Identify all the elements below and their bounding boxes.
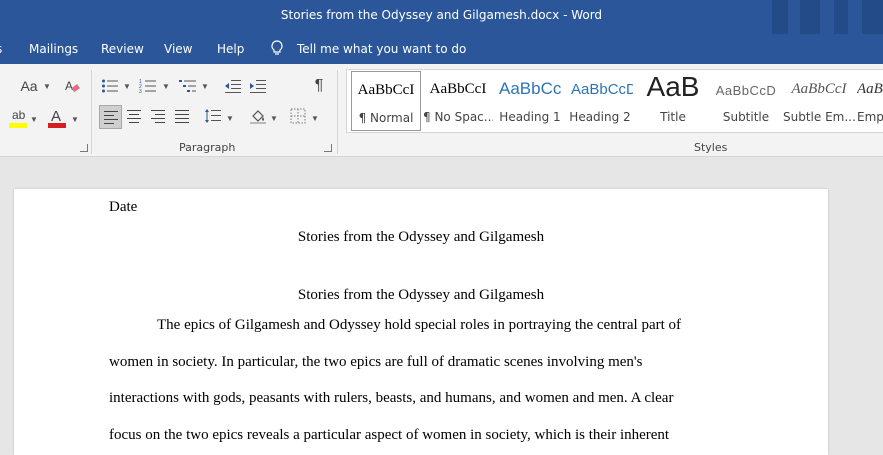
increase-indent-icon[interactable] <box>248 76 268 96</box>
style-name: ¶ No Spac... <box>423 110 493 124</box>
body-line: focus on the two epics reveals a particu… <box>109 427 670 443</box>
style-normal[interactable]: AaBbCcI ¶ Normal <box>351 71 421 131</box>
document-title: Stories from the Odyssey and Gilgamesh <box>297 229 545 245</box>
font-color-icon[interactable]: A <box>47 107 67 129</box>
paragraph-group-label: Paragraph <box>179 141 236 154</box>
chevron-down-icon[interactable]: ▼ <box>270 114 278 123</box>
svg-text:3: 3 <box>139 89 142 94</box>
lightbulb-icon <box>270 40 284 59</box>
chevron-down-icon[interactable]: ▼ <box>123 82 131 91</box>
title-bar: Stories from the Odyssey and Gilgamesh.d… <box>0 0 883 34</box>
svg-text:A: A <box>65 79 73 93</box>
tab-fragment[interactable]: s <box>0 42 2 56</box>
style-name: Title <box>660 110 686 124</box>
tab-review[interactable]: Review <box>101 42 144 56</box>
ribbon: Aa ▼ A ab ▼ A ▼ ▼ 123 ▼ ▼ ¶ ▼ ▼ ▼ Paragr… <box>0 64 883 157</box>
justify-button[interactable] <box>172 106 192 126</box>
svg-text:A: A <box>51 108 61 125</box>
style-sample: AaBbCcI <box>357 82 415 98</box>
bullets-icon[interactable] <box>100 76 120 96</box>
tab-help[interactable]: Help <box>217 42 244 56</box>
style-name: ¶ Normal <box>358 111 414 125</box>
paragraph-dialog-launcher[interactable] <box>324 144 332 152</box>
tab-view[interactable]: View <box>164 42 192 56</box>
document-title-repeat: Stories from the Odyssey and Gilgamesh <box>297 287 545 303</box>
style-sample: AaBb <box>857 81 883 97</box>
date-line: Date <box>109 199 138 215</box>
font-dialog-launcher[interactable] <box>80 144 88 152</box>
body-line: interactions with gods, peasants with ru… <box>109 390 674 406</box>
show-formatting-button[interactable]: ¶ <box>310 76 328 96</box>
chevron-down-icon[interactable]: ▼ <box>226 114 234 123</box>
style-heading-1[interactable]: AaBbCc Heading 1 <box>497 71 563 129</box>
chevron-down-icon[interactable]: ▼ <box>43 82 51 91</box>
style-emphasis[interactable]: AaBb Emp <box>857 71 883 129</box>
chevron-down-icon[interactable]: ▼ <box>71 115 79 124</box>
style-sample: AaBbCc <box>499 79 562 98</box>
style-sample: AaB <box>646 71 700 102</box>
window-title: Stories from the Odyssey and Gilgamesh.d… <box>280 8 603 22</box>
align-right-button[interactable] <box>148 106 168 126</box>
align-left-button[interactable] <box>99 105 122 129</box>
text-highlight-icon[interactable]: ab <box>9 107 27 129</box>
line-spacing-icon[interactable] <box>203 106 223 126</box>
document-page[interactable]: Date Stories from the Odyssey and Gilgam… <box>14 189 828 455</box>
style-no-spacing[interactable]: AaBbCcI ¶ No Spac... <box>423 71 493 129</box>
align-center-button[interactable] <box>124 106 144 126</box>
style-name: Subtitle <box>722 110 770 124</box>
group-separator <box>337 70 338 154</box>
group-separator <box>91 70 92 154</box>
style-sample: AaBbCcI <box>429 81 487 97</box>
tell-me-search[interactable]: Tell me what you want to do <box>297 42 466 56</box>
style-sample: AaBbCcD <box>715 83 777 98</box>
style-title[interactable]: AaB Title <box>637 71 709 129</box>
multilevel-list-icon[interactable] <box>178 76 198 96</box>
tab-mailings[interactable]: Mailings <box>29 42 78 56</box>
styles-gallery: AaBbCcI ¶ Normal AaBbCcI ¶ No Spac... Aa… <box>346 69 883 133</box>
clear-formatting-icon[interactable]: A <box>62 76 82 96</box>
svg-text:ab: ab <box>12 108 26 122</box>
body-line: The epics of Gilgamesh and Odyssey hold … <box>157 317 682 333</box>
style-subtitle[interactable]: AaBbCcD Subtitle <box>711 71 781 129</box>
chevron-down-icon[interactable]: ▼ <box>311 114 319 123</box>
style-sample: AaBbCcI <box>791 81 847 97</box>
shading-icon[interactable] <box>248 106 268 126</box>
style-heading-2[interactable]: AaBbCcD Heading 2 <box>567 71 633 129</box>
style-name: Subtle Em... <box>783 110 855 124</box>
style-subtle-emphasis[interactable]: AaBbCcI Subtle Em... <box>783 71 855 129</box>
numbering-icon[interactable]: 123 <box>138 76 158 96</box>
chevron-down-icon[interactable]: ▼ <box>201 82 209 91</box>
style-name: Heading 2 <box>569 110 631 124</box>
style-sample: AaBbCcD <box>571 81 633 98</box>
chevron-down-icon[interactable]: ▼ <box>30 115 38 124</box>
body-line: women in society. In particular, the two… <box>109 354 643 370</box>
change-case-button[interactable]: Aa <box>17 76 41 96</box>
style-name: Heading 1 <box>499 110 561 124</box>
style-name: Emp <box>857 110 883 124</box>
styles-group-label: Styles <box>694 141 728 154</box>
borders-icon[interactable] <box>288 106 308 126</box>
chevron-down-icon[interactable]: ▼ <box>162 82 170 91</box>
ribbon-tabs: s Mailings Review View Help Tell me what… <box>0 34 883 64</box>
decrease-indent-icon[interactable] <box>223 76 243 96</box>
